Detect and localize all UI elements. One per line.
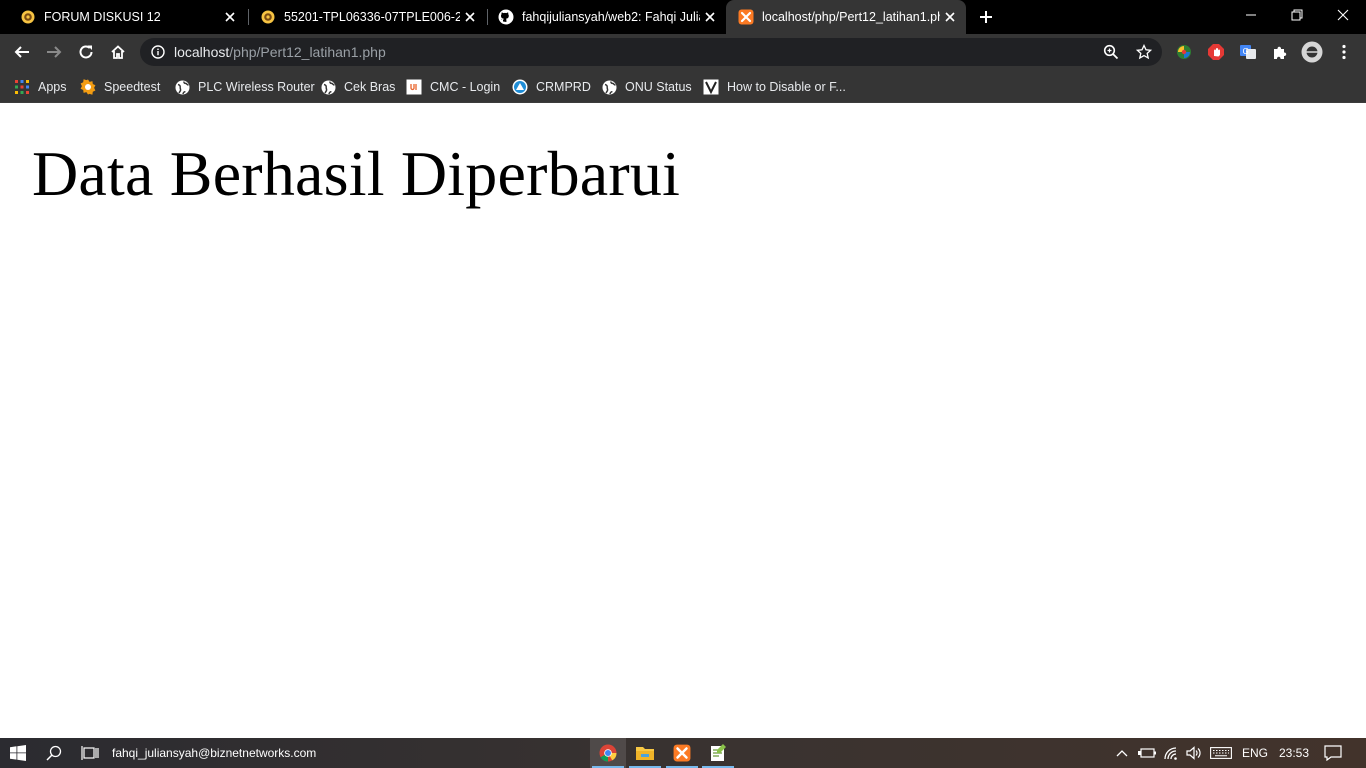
extensions-puzzle-icon[interactable] xyxy=(1266,38,1294,66)
site-info-icon[interactable] xyxy=(148,42,168,62)
apps-grid-icon xyxy=(14,79,30,95)
close-tab-icon[interactable] xyxy=(700,7,720,27)
forward-button[interactable] xyxy=(40,38,68,66)
bookmark-label: CRMPRD xyxy=(536,80,591,94)
start-button[interactable] xyxy=(0,738,36,768)
globe-icon xyxy=(601,79,617,95)
bookmark-crmprd[interactable]: CRMPRD xyxy=(512,76,591,98)
url-path: /php/Pert12_latihan1.php xyxy=(229,44,386,60)
extension-adblock-icon[interactable] xyxy=(1202,38,1230,66)
touch-keyboard-icon[interactable] xyxy=(1208,738,1234,768)
close-tab-icon[interactable] xyxy=(940,7,960,27)
bookmarks-bar: Apps Speedtest PLC Wireless Router Cek B… xyxy=(0,70,1366,103)
wifi-icon[interactable] xyxy=(1160,738,1182,768)
bookmark-label: Apps xyxy=(38,80,67,94)
profile-avatar-icon[interactable] xyxy=(1298,38,1326,66)
taskbar-search-text[interactable]: fahqi_juliansyah@biznetnetworks.com xyxy=(112,738,316,768)
crm-icon xyxy=(512,79,528,95)
minimize-button[interactable] xyxy=(1228,0,1274,30)
reload-button[interactable] xyxy=(72,38,100,66)
page-heading: Data Berhasil Diperbarui xyxy=(32,138,681,209)
tab-forum-diskusi[interactable]: FORUM DISKUSI 12 xyxy=(0,0,246,34)
university-seal-icon xyxy=(260,9,276,25)
bookmark-onu-status[interactable]: ONU Status xyxy=(601,76,692,98)
tab-localhost-active[interactable]: localhost/php/Pert12_latihan1.ph xyxy=(726,0,966,34)
tab-title: fahqijuliansyah/web2: Fahqi Julian xyxy=(522,10,700,24)
github-icon xyxy=(498,9,514,25)
input-language[interactable]: ENG xyxy=(1238,738,1272,768)
bookmark-cek-bras[interactable]: Cek Bras xyxy=(320,76,395,98)
taskbar-xampp[interactable] xyxy=(664,738,700,768)
battery-icon[interactable] xyxy=(1136,738,1158,768)
page-viewport: Data Berhasil Diperbarui xyxy=(0,103,1366,738)
bookmark-cmc-login[interactable]: CMC - Login xyxy=(406,76,500,98)
bookmark-label: Speedtest xyxy=(104,80,161,94)
taskbar-file-explorer[interactable] xyxy=(627,738,663,768)
globe-icon xyxy=(320,79,336,95)
tab-title: FORUM DISKUSI 12 xyxy=(44,10,161,24)
globe-icon xyxy=(174,79,190,95)
tab-title: localhost/php/Pert12_latihan1.ph xyxy=(762,10,940,24)
close-tab-icon[interactable] xyxy=(220,7,240,27)
bookmark-label: ONU Status xyxy=(625,80,692,94)
bookmark-label: PLC Wireless Router xyxy=(198,80,315,94)
bookmark-how-to-disable[interactable]: How to Disable or F... xyxy=(703,76,846,98)
close-tab-icon[interactable] xyxy=(460,7,480,27)
volume-icon[interactable] xyxy=(1183,738,1205,768)
url-text[interactable]: localhost/php/Pert12_latihan1.php xyxy=(174,38,386,66)
svg-text:G: G xyxy=(1243,47,1249,56)
university-seal-icon xyxy=(20,9,36,25)
tab-github-repo[interactable]: fahqijuliansyah/web2: Fahqi Julian xyxy=(478,0,726,34)
zoom-icon[interactable] xyxy=(1101,42,1121,62)
bookmark-plc-wireless-router[interactable]: PLC Wireless Router xyxy=(174,76,315,98)
taskbar-chrome[interactable] xyxy=(590,738,626,768)
xampp-icon xyxy=(738,9,754,25)
windows-taskbar: fahqi_juliansyah@biznetnetworks.com ENG … xyxy=(0,738,1366,768)
close-window-button[interactable] xyxy=(1320,0,1366,30)
extension-drive-icon[interactable] xyxy=(1170,38,1198,66)
clock-time[interactable]: 23:53 xyxy=(1274,738,1314,768)
speedtest-icon xyxy=(80,79,96,95)
chrome-menu-icon[interactable] xyxy=(1330,38,1358,66)
bookmark-speedtest[interactable]: Speedtest xyxy=(80,76,160,98)
tab-title: 55201-TPL06336-07TPLE006-202 xyxy=(284,10,460,24)
bookmark-page-icon xyxy=(703,79,719,95)
show-hidden-icons-chevron-icon[interactable] xyxy=(1112,738,1132,768)
bookmark-star-icon[interactable] xyxy=(1134,42,1154,62)
bookmark-label: Cek Bras xyxy=(344,80,396,94)
bookmark-apps[interactable]: Apps xyxy=(14,76,67,98)
restore-button[interactable] xyxy=(1274,0,1320,30)
home-button[interactable] xyxy=(104,38,132,66)
new-tab-button[interactable] xyxy=(976,7,996,27)
search-icon[interactable] xyxy=(36,738,72,768)
bookmark-label: CMC - Login xyxy=(430,80,501,94)
taskbar-notepad-plus[interactable] xyxy=(700,738,736,768)
address-bar[interactable]: localhost/php/Pert12_latihan1.php xyxy=(140,38,1162,66)
cmc-icon xyxy=(406,79,422,95)
task-view-icon[interactable] xyxy=(72,738,108,768)
action-center-icon[interactable] xyxy=(1318,738,1348,768)
extension-translate-icon[interactable]: G xyxy=(1234,38,1262,66)
tab-course-page[interactable]: 55201-TPL06336-07TPLE006-202 xyxy=(240,0,486,34)
tab-strip: FORUM DISKUSI 12 55201-TPL06336-07TPLE00… xyxy=(0,0,1366,34)
back-button[interactable] xyxy=(8,38,36,66)
bookmark-label: How to Disable or F... xyxy=(727,80,846,94)
url-host: localhost xyxy=(174,44,230,60)
